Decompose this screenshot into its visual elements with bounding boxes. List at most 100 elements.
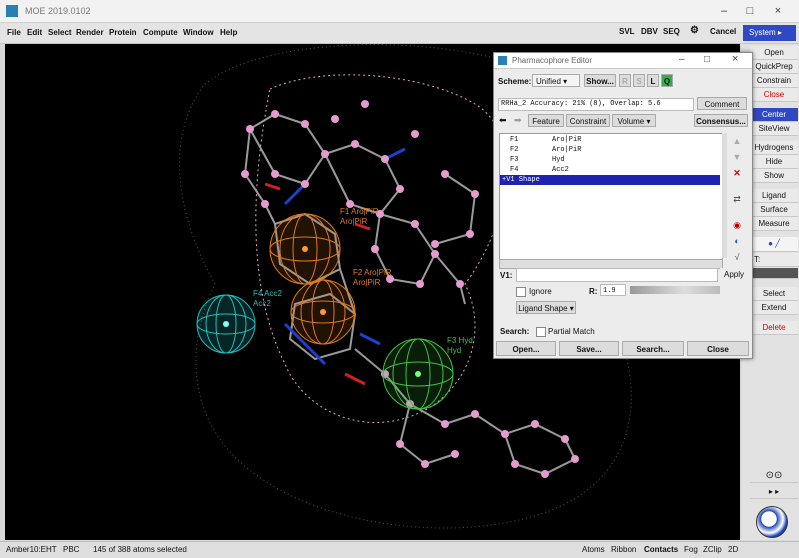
forward-arrow-icon[interactable]: ➡ — [514, 115, 522, 126]
feature-row[interactable]: F3 Hyd — [500, 155, 720, 165]
center-button[interactable]: Center — [750, 108, 798, 122]
search-label: Search: — [500, 327, 530, 336]
toggle-icon[interactable]: ◐ — [730, 235, 744, 247]
editor-maximize-icon[interactable]: □ — [704, 54, 710, 65]
check-icon[interactable]: √ — [730, 251, 744, 263]
ligand-button[interactable]: Ligand — [750, 189, 798, 203]
2d-toggle[interactable]: 2D — [728, 545, 738, 554]
consensus-button[interactable]: Consensus... — [694, 114, 748, 127]
menu-edit[interactable]: Edit — [27, 28, 42, 37]
delete-feature-icon[interactable]: ✕ — [730, 167, 744, 179]
color-swatch[interactable] — [750, 268, 798, 279]
menu-select[interactable]: Select — [48, 28, 72, 37]
app-logo-icon — [6, 5, 18, 17]
eye-icon[interactable]: ◉ — [730, 219, 744, 231]
move-up-icon[interactable]: ▲ — [730, 135, 744, 147]
surface-button[interactable]: Surface — [750, 203, 798, 217]
maximize-icon[interactable]: □ — [740, 3, 760, 19]
radius-slider[interactable] — [630, 286, 720, 294]
menu-help[interactable]: Help — [220, 28, 237, 37]
f4-sublabel: Acc2 — [253, 299, 271, 308]
seq-button[interactable]: SEQ — [663, 27, 680, 36]
cancel-button[interactable]: Cancel — [710, 27, 736, 36]
pbc-label[interactable]: PBC — [63, 545, 79, 554]
contacts-toggle[interactable]: Contacts — [644, 545, 678, 554]
title-bar: MOE 2019.0102 – □ × — [0, 0, 799, 23]
hide-button[interactable]: Hide — [750, 155, 798, 169]
atoms-toggle[interactable]: Atoms — [582, 545, 605, 554]
rotation-ball-icon[interactable] — [756, 506, 788, 538]
svl-button[interactable]: SVL — [619, 27, 635, 36]
close-editor-button[interactable]: Close — [687, 341, 749, 356]
open-button[interactable]: Open... — [496, 341, 556, 356]
vertical-scrollbar[interactable] — [722, 133, 727, 258]
back-arrow-icon[interactable]: ⬅ — [499, 115, 507, 126]
menu-window[interactable]: Window — [183, 28, 214, 37]
volume-row-selected[interactable]: +V1 Shape — [500, 175, 720, 185]
feature-row[interactable]: F1 Aro|PiR — [500, 135, 720, 145]
menu-render[interactable]: Render — [76, 28, 104, 37]
ribbon-toggle[interactable]: Ribbon — [611, 545, 636, 554]
save-button[interactable]: Save... — [559, 341, 619, 356]
view-controls[interactable]: ▸ ▸ — [750, 485, 798, 499]
r-button[interactable]: R — [619, 74, 631, 87]
scheme-label: Scheme: — [498, 77, 532, 86]
extend-button[interactable]: Extend — [750, 301, 798, 315]
scheme-select[interactable]: Unified ▾ — [532, 74, 580, 87]
partial-match-label: Partial Match — [548, 327, 595, 336]
editor-minimize-icon[interactable]: – — [679, 54, 685, 65]
f1-label: F1 Aro|PiR — [340, 207, 379, 216]
f1-sublabel: Aro|PiR — [340, 217, 368, 226]
radius-input[interactable]: 1.9 — [600, 284, 626, 296]
open-button[interactable]: Open — [750, 46, 798, 60]
s-button[interactable]: S — [633, 74, 645, 87]
menu-compute[interactable]: Compute — [143, 28, 178, 37]
measure-button[interactable]: Measure — [750, 217, 798, 231]
feature-row[interactable]: F4 Acc2 — [500, 165, 720, 175]
constrain-button[interactable]: Constrain — [750, 74, 798, 88]
glasses-icon[interactable]: ⊙⊙ — [750, 469, 798, 483]
quickprep-button[interactable]: QuickPrep — [750, 60, 798, 74]
ligand-shape-button[interactable]: Ligand Shape ▾ — [516, 301, 576, 314]
zclip-toggle[interactable]: ZClip — [703, 545, 722, 554]
volume-label: Volume — [617, 117, 645, 126]
feature-row[interactable]: F2 Aro|PiR — [500, 145, 720, 155]
gear-icon[interactable]: ⚙ — [690, 25, 699, 36]
f3-label: F3 Hyd — [447, 336, 473, 345]
comment-button[interactable]: Comment — [697, 97, 747, 110]
ignore-checkbox[interactable] — [516, 287, 526, 297]
feature-id: F1 — [510, 136, 519, 144]
show-button[interactable]: Show — [750, 169, 798, 183]
partial-match-checkbox[interactable] — [536, 327, 546, 337]
feature-button[interactable]: Feature — [528, 114, 564, 127]
summary-field: RRHa_2 Accuracy: 21% (8), Overlap: 5.6 — [498, 98, 694, 111]
ignore-label: Ignore — [529, 287, 552, 296]
minimize-icon[interactable]: – — [714, 3, 734, 19]
close-icon[interactable]: × — [768, 3, 788, 19]
q-button[interactable]: Q — [661, 74, 673, 87]
dbv-button[interactable]: DBV — [641, 27, 658, 36]
select-button[interactable]: Select — [750, 287, 798, 301]
system-button[interactable]: System ▸ — [743, 25, 796, 41]
move-down-icon[interactable]: ▼ — [730, 151, 744, 163]
feature-list[interactable]: F1 Aro|PiR F2 Aro|PiR F3 Hyd F4 Acc2 +V1 Sha… — [499, 133, 723, 260]
siteview-button[interactable]: SiteView — [750, 122, 798, 136]
apply-button[interactable]: Apply — [720, 268, 748, 281]
delete-button[interactable]: Delete — [750, 321, 798, 335]
forcefield-label[interactable]: Amber10:EHT — [6, 545, 57, 554]
menu-protein[interactable]: Protein — [109, 28, 137, 37]
l-button[interactable]: L — [647, 74, 659, 87]
close-button[interactable]: Close — [750, 88, 798, 102]
v1-input[interactable] — [516, 268, 718, 282]
fog-toggle[interactable]: Fog — [684, 545, 698, 554]
f2-label: F2 Aro|PiR — [353, 268, 392, 277]
menu-file[interactable]: File — [7, 28, 21, 37]
show-button[interactable]: Show... — [584, 74, 616, 87]
constraint-button[interactable]: Constraint — [566, 114, 610, 127]
hydrogens-button[interactable]: Hydrogens — [750, 141, 798, 155]
split-icon[interactable]: ⇄ — [730, 193, 744, 205]
search-button[interactable]: Search... — [622, 341, 684, 356]
f4-label: F4 Acc2 — [253, 289, 282, 298]
volume-button[interactable]: Volume ▾ — [612, 114, 656, 127]
editor-close-icon[interactable]: × — [732, 53, 738, 65]
